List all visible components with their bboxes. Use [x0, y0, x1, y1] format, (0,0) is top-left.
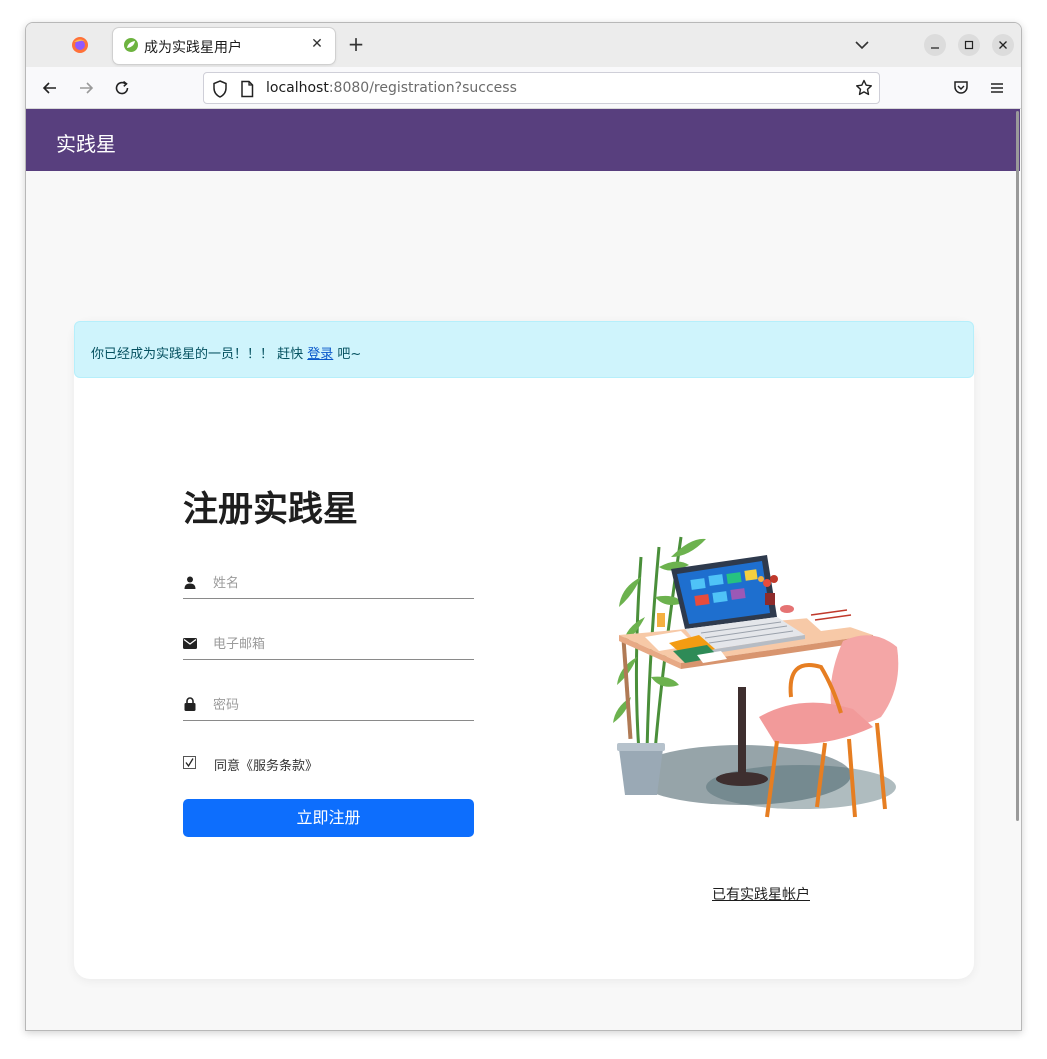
user-icon — [183, 575, 197, 589]
site-brand[interactable]: 实践星 — [56, 128, 116, 157]
site-header: 实践星 — [26, 109, 1020, 171]
page-viewport: 实践星 你已经成为实践星的一员！！！ 赶快 登录 吧~ 注册实践星 姓名 电子邮… — [26, 109, 1021, 1030]
lock-icon — [183, 697, 197, 711]
chevron-down-icon[interactable] — [852, 35, 872, 55]
page-scrollbar[interactable] — [1016, 111, 1019, 821]
name-field — [183, 569, 474, 599]
new-tab-icon[interactable]: + — [346, 34, 366, 55]
minimize-icon[interactable] — [924, 34, 946, 56]
existing-account-link[interactable]: 已有实践星帐户 — [712, 884, 810, 904]
active-tab[interactable]: 成为实践星用户 ✕ — [113, 28, 335, 64]
shield-icon[interactable] — [212, 80, 228, 98]
tab-close-icon[interactable]: ✕ — [309, 36, 325, 52]
navigation-bar: localhost:8080/registration?success — [26, 67, 1021, 109]
tab-title: 成为实践星用户 — [144, 40, 242, 56]
back-arrow-icon[interactable] — [40, 78, 60, 98]
alert-suffix: 吧~ — [333, 347, 362, 362]
password-input[interactable] — [213, 693, 468, 717]
password-field — [183, 691, 474, 721]
email-input[interactable] — [213, 632, 468, 656]
desk-illustration — [613, 536, 899, 818]
url-text[interactable]: localhost:8080/registration?success — [266, 80, 517, 96]
register-button[interactable]: 立即注册 — [183, 799, 474, 837]
close-window-icon[interactable] — [992, 34, 1014, 56]
success-alert: 你已经成为实践星的一员！！！ 赶快 登录 吧~ — [74, 321, 974, 378]
terms-label[interactable]: 同意《服务条款》 — [214, 755, 318, 774]
maximize-icon[interactable] — [958, 34, 980, 56]
spring-leaf-icon — [124, 38, 138, 52]
email-field — [183, 630, 474, 660]
name-input[interactable] — [213, 571, 468, 595]
forward-arrow-icon[interactable] — [76, 78, 96, 98]
menu-icon[interactable] — [987, 78, 1007, 98]
firefox-icon[interactable] — [70, 35, 90, 55]
envelope-icon — [183, 636, 197, 650]
tab-bar: 成为实践星用户 ✕ + — [26, 23, 1021, 67]
address-bar[interactable]: localhost:8080/registration?success — [203, 72, 880, 104]
browser-window: 成为实践星用户 ✕ + localhost:8080/registration?… — [25, 22, 1022, 1031]
reload-icon[interactable] — [112, 78, 132, 98]
login-link[interactable]: 登录 — [307, 347, 333, 362]
alert-message: 你已经成为实践星的一员！！！ 赶快 — [91, 347, 308, 362]
bookmark-star-icon[interactable] — [855, 79, 873, 97]
form-title: 注册实践星 — [183, 490, 359, 530]
pocket-icon[interactable] — [951, 78, 971, 98]
terms-checkbox[interactable] — [183, 756, 196, 769]
page-icon[interactable] — [240, 80, 254, 98]
